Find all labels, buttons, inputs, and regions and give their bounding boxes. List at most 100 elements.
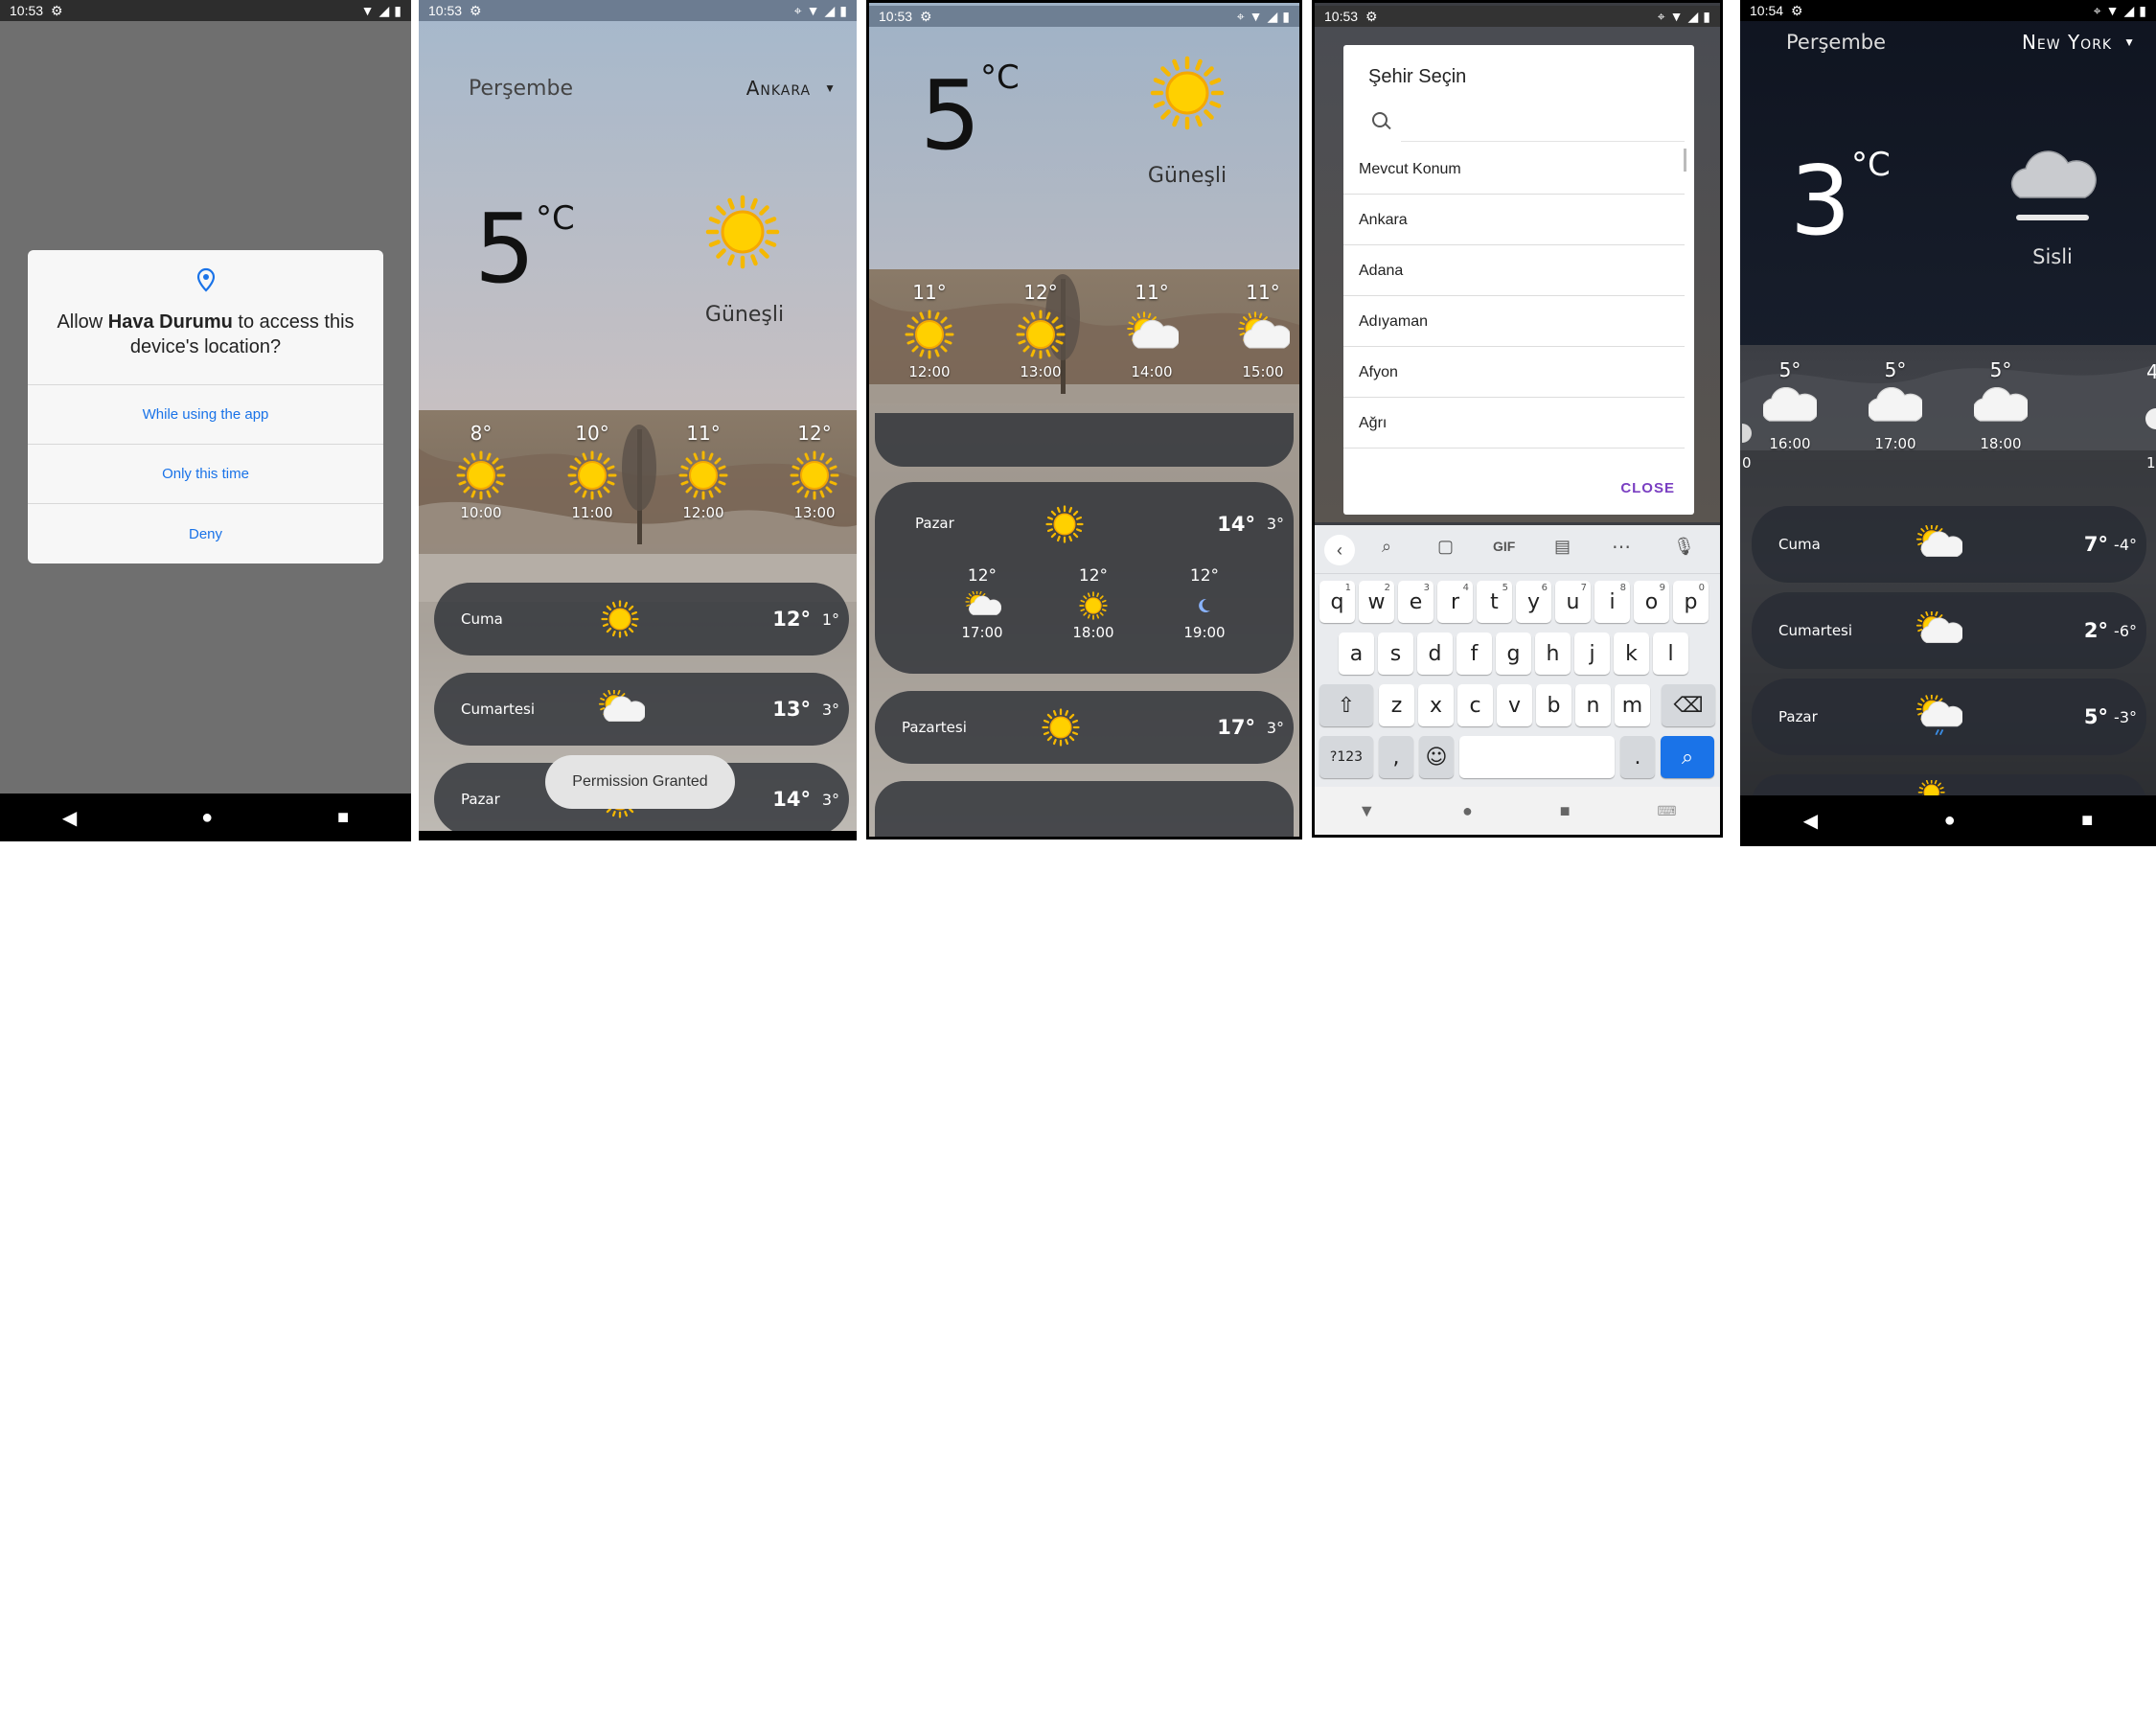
daily-row-partial[interactable]	[875, 781, 1294, 837]
sunny-icon	[567, 450, 617, 500]
daily-row-expanded[interactable]: Pazar 14° 3° 12° 17:00 12° 18:00 12° 19:…	[875, 482, 1294, 674]
screen-permission: 10:53 ⚙ ▼ ◢ ▮ Allow Hava Durumu to acces…	[0, 0, 411, 841]
city-item[interactable]: Afyon	[1343, 348, 1685, 398]
cloudy-icon	[1974, 387, 2028, 422]
key-i[interactable]: i8	[1594, 581, 1630, 623]
key-h[interactable]: h	[1535, 632, 1571, 675]
comma-key[interactable]: ,	[1379, 736, 1413, 778]
home-icon[interactable]: ●	[201, 807, 213, 829]
emoji-icon[interactable]: ☺	[1419, 736, 1454, 778]
temp-unit: °C	[536, 199, 575, 238]
daily-row[interactable]: Cuma 7° -4°	[1752, 506, 2146, 583]
keyboard-toolbar: ‹ ⌕ ▢ GIF ▤ ⋯ 🎙	[1315, 525, 1720, 574]
key-m[interactable]: m	[1615, 684, 1650, 726]
back-chevron-icon[interactable]: ‹	[1324, 535, 1355, 565]
city-item[interactable]: Ankara	[1343, 196, 1685, 245]
wifi-icon: ▼	[1249, 9, 1263, 24]
search-key[interactable]: ⌕	[1661, 736, 1714, 778]
city-item[interactable]: Adıyaman	[1343, 297, 1685, 347]
home-icon[interactable]: ●	[1944, 810, 1956, 832]
list-scrollbar[interactable]	[1684, 149, 1686, 172]
keyboard-switch-icon[interactable]: ⌨	[1657, 803, 1676, 819]
key-s[interactable]: s	[1378, 632, 1413, 675]
daily-row[interactable]: Cumartesi 13° 3°	[434, 673, 849, 746]
only-this-time-button[interactable]: Only this time	[28, 445, 383, 503]
key-k[interactable]: k	[1614, 632, 1649, 675]
key-row-3: ⇧ zxcvbnm ⌫	[1319, 684, 1715, 726]
key-l[interactable]: l	[1653, 632, 1688, 675]
high-temp: 13°	[772, 698, 811, 721]
key-t[interactable]: t5	[1477, 581, 1512, 623]
daily-row[interactable]: Cumartesi 2° -6°	[1752, 592, 2146, 669]
gear-icon: ⚙	[1365, 8, 1378, 24]
key-o[interactable]: o9	[1634, 581, 1669, 623]
current-temp: 5	[474, 193, 536, 305]
key-g[interactable]: g	[1496, 632, 1531, 675]
current-temp: 5	[920, 59, 981, 172]
clipboard-icon[interactable]: ▤	[1554, 537, 1571, 557]
condition-label: Güneşli	[704, 303, 785, 327]
hourly-time: 16:00	[1769, 435, 1811, 452]
key-q[interactable]: q1	[1319, 581, 1355, 623]
symbols-key[interactable]: ?123	[1319, 736, 1373, 778]
daily-row[interactable]: Pazartesi 17° 3°	[875, 691, 1294, 764]
recents-icon[interactable]: ■	[337, 807, 349, 829]
daily-row-partial[interactable]	[875, 413, 1294, 467]
key-c[interactable]: c	[1457, 684, 1493, 726]
deny-button[interactable]: Deny	[28, 504, 383, 564]
backspace-key[interactable]: ⌫	[1662, 684, 1715, 726]
key-e[interactable]: e3	[1398, 581, 1434, 623]
hourly-temp: 12°	[1189, 566, 1220, 586]
day-name: Cumartesi	[1778, 622, 1853, 639]
signal-icon: ◢	[2123, 2, 2135, 18]
daily-row[interactable]: Pazar 5° -3°	[1752, 678, 2146, 755]
space-key[interactable]	[1459, 736, 1615, 778]
back-icon[interactable]: ◀	[62, 806, 77, 830]
daily-row[interactable]: Cuma 12° 1°	[434, 583, 849, 656]
key-d[interactable]: d	[1417, 632, 1453, 675]
city-item[interactable]: Mevcut Konum	[1343, 145, 1685, 195]
screen-scrolled: 10:53 ⚙ ⌖ ▼ ◢ ▮ 5 °C Güneşli 11° 12:00 1…	[866, 0, 1302, 840]
key-u[interactable]: u7	[1555, 581, 1591, 623]
key-n[interactable]: n	[1575, 684, 1611, 726]
key-y[interactable]: y6	[1516, 581, 1551, 623]
back-icon[interactable]: ◀	[1803, 809, 1818, 833]
mic-icon[interactable]: 🎙	[1673, 537, 1695, 557]
search-input[interactable]	[1401, 103, 1685, 142]
key-a[interactable]: a	[1339, 632, 1374, 675]
shift-key[interactable]: ⇧	[1319, 684, 1373, 726]
gif-button[interactable]: GIF	[1493, 539, 1515, 554]
expanded-hour-item: 12° 19:00	[1166, 566, 1243, 641]
key-v[interactable]: v	[1497, 684, 1532, 726]
recents-icon[interactable]: ■	[1560, 801, 1571, 821]
city-selector[interactable]: New York ▼	[2022, 31, 2135, 54]
key-x[interactable]: x	[1418, 684, 1454, 726]
key-r[interactable]: r4	[1437, 581, 1473, 623]
key-j[interactable]: j	[1574, 632, 1610, 675]
close-button[interactable]: CLOSE	[1620, 480, 1675, 496]
key-p[interactable]: p0	[1673, 581, 1709, 623]
permission-toast: Permission Granted	[545, 755, 735, 809]
hide-keyboard-icon[interactable]: ▼	[1358, 801, 1375, 821]
sticker-icon[interactable]: ▢	[1437, 537, 1454, 557]
city-item[interactable]: Ağrı	[1343, 399, 1685, 448]
recents-icon[interactable]: ■	[2081, 810, 2093, 832]
city-item[interactable]: Adana	[1343, 246, 1685, 296]
hourly-item: 5° 16:00	[1752, 358, 1828, 452]
hourly-temp: 12°	[967, 566, 998, 586]
key-b[interactable]: b	[1536, 684, 1571, 726]
location-pin-icon	[196, 267, 216, 292]
key-z[interactable]: z	[1379, 684, 1414, 726]
home-icon[interactable]: ●	[1462, 801, 1473, 821]
while-using-button[interactable]: While using the app	[28, 385, 383, 444]
key-w[interactable]: w2	[1359, 581, 1394, 623]
period-key[interactable]: .	[1620, 736, 1655, 778]
wifi-icon: ▼	[360, 3, 375, 18]
city-selector[interactable]: Ankara ▼	[746, 77, 836, 100]
key-f[interactable]: f	[1456, 632, 1492, 675]
search-icon[interactable]: ⌕	[1382, 537, 1391, 557]
partly-cloudy-icon	[1127, 311, 1179, 349]
letter-keys: zxcvbnm	[1379, 684, 1653, 726]
more-icon[interactable]: ⋯	[1612, 535, 1631, 559]
sunny-icon	[678, 450, 728, 500]
